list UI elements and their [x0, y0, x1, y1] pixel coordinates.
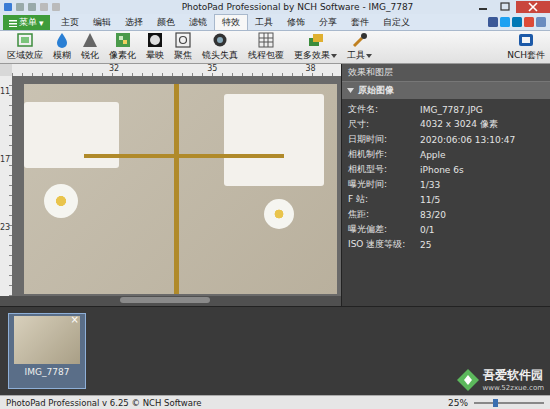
- toolbar-button[interactable]: 工具: [342, 31, 377, 63]
- ruler-label: 23: [0, 224, 10, 232]
- watermark: 吾爱软件园www.52zxue.com: [456, 367, 544, 392]
- stack-icon: [307, 32, 325, 48]
- dropdown-arrow-icon: [366, 54, 372, 58]
- ribbon-tab[interactable]: 特效: [214, 14, 248, 30]
- thumbnail[interactable]: ×IMG_7787: [8, 313, 86, 389]
- menu-icon: [9, 19, 17, 27]
- quick-icon[interactable]: [51, 2, 61, 12]
- window-controls: [472, 1, 550, 13]
- effects-panel: 效果和图层原始图像文件名:IMG_7787.JPG尺寸:4032 x 3024 …: [341, 64, 550, 306]
- toolbar-button[interactable]: 聚焦: [169, 31, 197, 63]
- quick-access: [3, 2, 123, 12]
- nch-suite-button[interactable]: NCH套件: [502, 31, 550, 63]
- zoom-slider[interactable]: [474, 398, 544, 408]
- social-links: [488, 14, 550, 30]
- left-ruler: 11 17 23: [0, 76, 12, 296]
- mesh-icon: [257, 32, 275, 48]
- menu-button[interactable]: 菜单▾: [3, 15, 50, 30]
- toolbar: 区域效应模糊锐化像素化晕映聚焦镜头失真线程包覆更多效果工具 NCH套件: [0, 31, 550, 64]
- property-row: 日期时间:2020:06:06 13:10:47: [348, 132, 544, 147]
- thumbnail-strip: ×IMG_7787 吾爱软件园www.52zxue.com: [0, 306, 550, 395]
- title-bar: PhotoPad Professional by NCH Software - …: [0, 0, 550, 14]
- ribbon-tab[interactable]: 滤镜: [182, 14, 214, 30]
- ruler-label: 38: [305, 64, 315, 76]
- dropdown-arrow-icon: [331, 54, 337, 58]
- toolbar-button[interactable]: 锐化: [76, 31, 104, 63]
- property-row: F 站:11/5: [348, 192, 544, 207]
- image-canvas[interactable]: [12, 76, 341, 296]
- quick-icon[interactable]: [3, 2, 13, 12]
- ribbon-tab[interactable]: 颜色: [150, 14, 182, 30]
- social-icon[interactable]: [536, 17, 546, 27]
- window-title: PhotoPad Professional by NCH Software - …: [123, 2, 472, 12]
- square-icon: [16, 32, 34, 48]
- toolbar-button[interactable]: 晕映: [141, 31, 169, 63]
- minimize-icon[interactable]: [472, 1, 494, 13]
- section-header[interactable]: 原始图像: [342, 81, 550, 99]
- toolbar-button[interactable]: 像素化: [104, 31, 141, 63]
- ribbon-tab[interactable]: 工具: [248, 14, 280, 30]
- zoom-level: 25%: [448, 398, 468, 408]
- ribbon-tab[interactable]: 分享: [312, 14, 344, 30]
- status-bar: PhotoPad Professional v 6.25 © NCH Softw…: [0, 395, 550, 409]
- close-icon[interactable]: [516, 1, 550, 13]
- ribbon-tabs: 菜单▾ 主页编辑选择颜色滤镜特效工具修饰分享套件自定义: [0, 14, 550, 31]
- property-row: ISO 速度等级:25: [348, 237, 544, 252]
- ruler-label: 11: [0, 88, 10, 96]
- property-list: 文件名:IMG_7787.JPG尺寸:4032 x 3024 像素日期时间:20…: [342, 99, 550, 255]
- toolbar-button[interactable]: 模糊: [48, 31, 76, 63]
- expand-icon: [347, 87, 354, 94]
- ruler-label: 32: [109, 64, 119, 76]
- quick-icon[interactable]: [27, 2, 37, 12]
- property-row: 相机型号:iPhone 6s: [348, 162, 544, 177]
- quick-icon[interactable]: [39, 2, 49, 12]
- ribbon-tab[interactable]: 编辑: [86, 14, 118, 30]
- suite-icon: [517, 32, 535, 48]
- property-row: 相机制作:Apple: [348, 147, 544, 162]
- social-icon[interactable]: [524, 17, 534, 27]
- toolbar-button[interactable]: 镜头失真: [197, 31, 243, 63]
- property-row: 曝光偏差:0/1: [348, 222, 544, 237]
- canvas-area: 32 35 38 11 17 23: [0, 64, 341, 306]
- photopad-window: PhotoPad Professional by NCH Software - …: [0, 0, 550, 409]
- horizontal-scrollbar[interactable]: [0, 296, 341, 306]
- ribbon-tab[interactable]: 选择: [118, 14, 150, 30]
- property-row: 焦距:83/20: [348, 207, 544, 222]
- workspace: 323538111723效果和图层原始图像文件名:IMG_7787.JPG尺寸:…: [0, 64, 550, 306]
- maximize-icon[interactable]: [494, 1, 516, 13]
- close-thumbnail-button[interactable]: ×: [71, 314, 79, 325]
- property-row: 文件名:IMG_7787.JPG: [348, 102, 544, 117]
- triangle-icon: [81, 32, 99, 48]
- ribbon-tab[interactable]: 修饰: [280, 14, 312, 30]
- property-row: 曝光时间:1/33: [348, 177, 544, 192]
- social-icon[interactable]: [512, 17, 522, 27]
- social-icon[interactable]: [488, 17, 498, 27]
- drop-icon: [53, 32, 71, 48]
- toolbar-button[interactable]: 线程包覆: [243, 31, 289, 63]
- panel-title: 效果和图层: [342, 64, 550, 81]
- toolbar-button[interactable]: 更多效果: [289, 31, 342, 63]
- toolbar-button[interactable]: 区域效应: [2, 31, 48, 63]
- quick-icon[interactable]: [15, 2, 25, 12]
- ribbon-tab[interactable]: 主页: [54, 14, 86, 30]
- photo: [24, 84, 337, 294]
- watermark-logo-icon: [456, 368, 480, 392]
- radial-icon: [146, 32, 164, 48]
- property-row: 尺寸:4032 x 3024 像素: [348, 117, 544, 132]
- top-ruler: 32 35 38: [0, 64, 341, 76]
- grid-icon: [114, 32, 132, 48]
- ruler-label: 17: [0, 156, 10, 164]
- wrench-icon: [351, 32, 369, 48]
- social-icon[interactable]: [500, 17, 510, 27]
- target-icon: [174, 32, 192, 48]
- ribbon-tab[interactable]: 自定义: [376, 14, 417, 30]
- ruler-label: 35: [207, 64, 217, 76]
- ribbon-tab[interactable]: 套件: [344, 14, 376, 30]
- lens-icon: [211, 32, 229, 48]
